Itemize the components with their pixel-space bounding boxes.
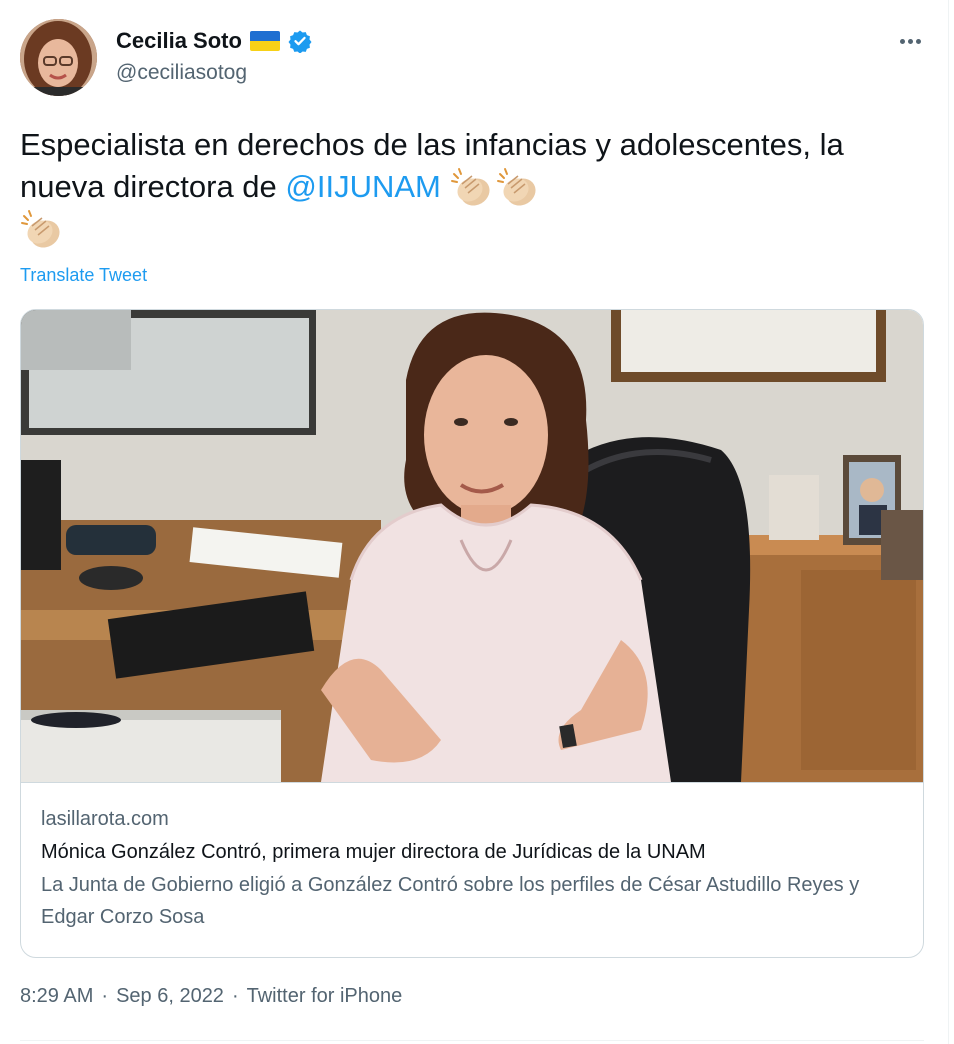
clapping-hands-icon [496, 166, 542, 208]
tweet-time[interactable]: 8:29 AM [20, 985, 93, 1008]
author-display-name[interactable]: Cecilia Soto [116, 28, 242, 54]
meta-separator: · [231, 985, 239, 1007]
dot [907, 38, 913, 44]
link-preview-card[interactable]: lasillarota.com Mónica González Contró, … [20, 309, 924, 958]
clapping-hands-icon [20, 208, 66, 250]
mention-link[interactable]: @IIJUNAM [285, 169, 440, 204]
meta-separator: · [101, 985, 109, 1007]
tweet-date[interactable]: Sep 6, 2022 [116, 985, 224, 1008]
card-body: lasillarota.com Mónica González Contró, … [41, 804, 901, 933]
tweet-source[interactable]: Twitter for iPhone [247, 985, 403, 1008]
tweet-text: Especialista en derechos de las infancia… [20, 124, 920, 250]
author-name-row: Cecilia Soto [116, 26, 312, 56]
card-title: Mónica González Contró, primera mujer di… [41, 841, 706, 863]
card-domain: lasillarota.com [41, 808, 169, 830]
article-photo [21, 310, 923, 783]
dot [915, 38, 921, 44]
verified-badge-icon [288, 29, 312, 54]
avatar-photo [20, 19, 97, 96]
tweet-metadata: 8:29 AM · Sep 6, 2022 · Twitter for iPho… [20, 985, 402, 1008]
more-options-icon[interactable] [888, 26, 932, 56]
timeline-divider [948, 0, 949, 1044]
avatar[interactable] [20, 19, 97, 96]
author-handle[interactable]: @ceciliasotog [116, 61, 247, 85]
divider [20, 1040, 924, 1041]
card-description: La Junta de Gobierno eligió a González C… [41, 874, 860, 928]
clapping-hands-icon [450, 166, 496, 208]
ukraine-flag-icon [249, 31, 280, 51]
dot [899, 38, 905, 44]
translate-tweet-link[interactable]: Translate Tweet [20, 265, 147, 286]
